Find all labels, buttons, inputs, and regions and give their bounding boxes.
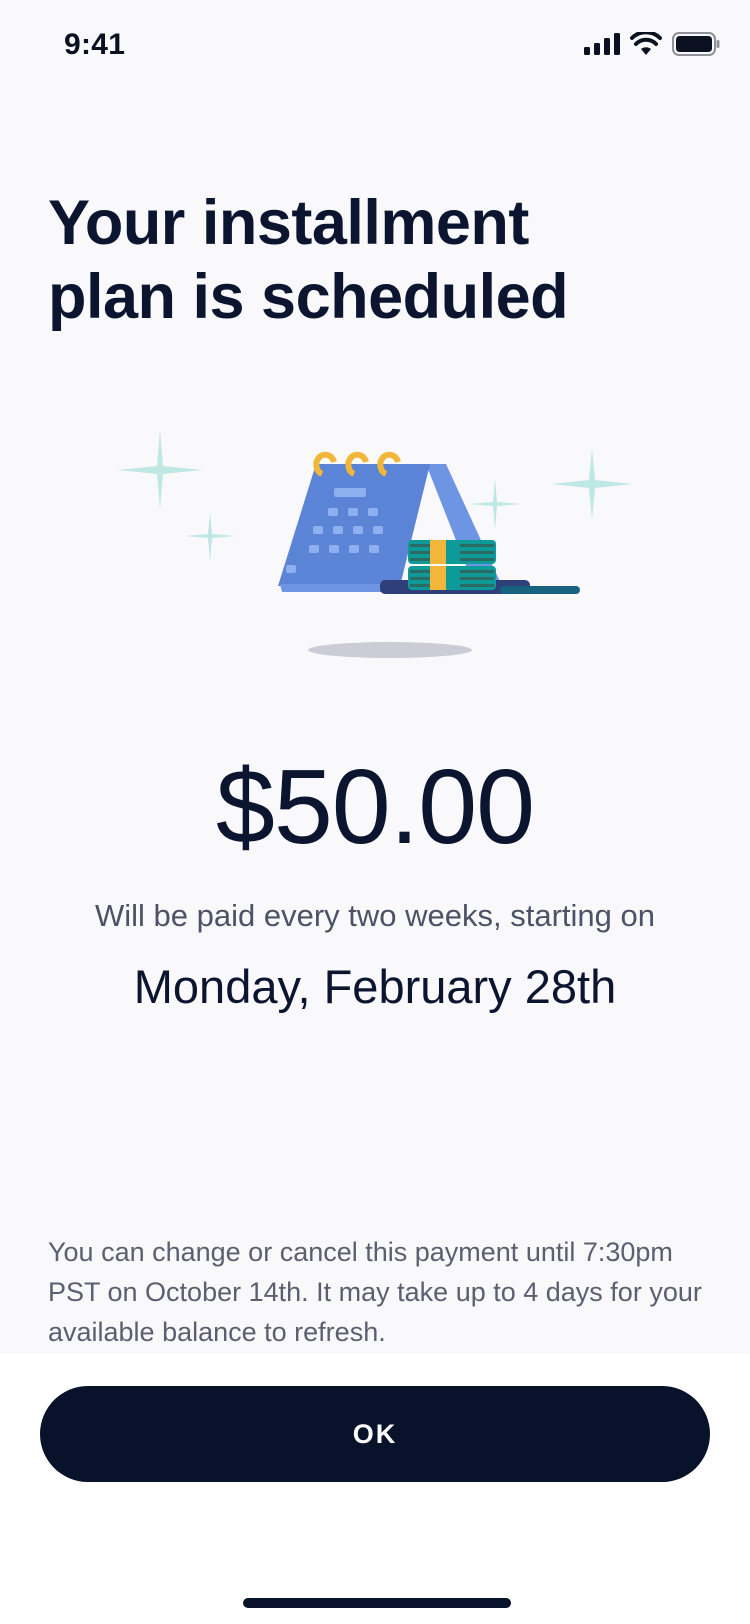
battery-icon (672, 32, 720, 56)
sparkle-icon (118, 430, 202, 510)
page-title: Your installment plan is scheduled (48, 186, 708, 334)
sparkle-icon (184, 512, 236, 562)
calendar-page (278, 464, 430, 586)
payment-amount: $50.00 (215, 748, 535, 866)
sparkle-icon (468, 478, 522, 530)
page-title-line-2: plan is scheduled (48, 262, 569, 332)
status-icons (584, 32, 720, 56)
ok-button[interactable]: OK (40, 1386, 710, 1482)
status-bar: 9:41 (0, 0, 750, 94)
payment-start-date: Monday, February 28th (133, 960, 617, 1013)
status-time: 9:41 (64, 28, 126, 61)
sparkle-icon (552, 448, 632, 520)
installment-scheduled-screen: 9:41 Your installment plan is scheduled (0, 0, 750, 1624)
wifi-icon (630, 32, 662, 55)
page-title-line-1: Your installment (48, 188, 529, 258)
home-indicator[interactable] (243, 1598, 511, 1608)
calendar-with-money-illustration (118, 430, 632, 658)
cellular-signal-icon (584, 33, 620, 55)
payment-frequency: Will be paid every two weeks, starting o… (95, 898, 655, 933)
illustration-shadow (308, 642, 472, 658)
disclaimer-text: You can change or cancel this payment un… (48, 1237, 702, 1347)
